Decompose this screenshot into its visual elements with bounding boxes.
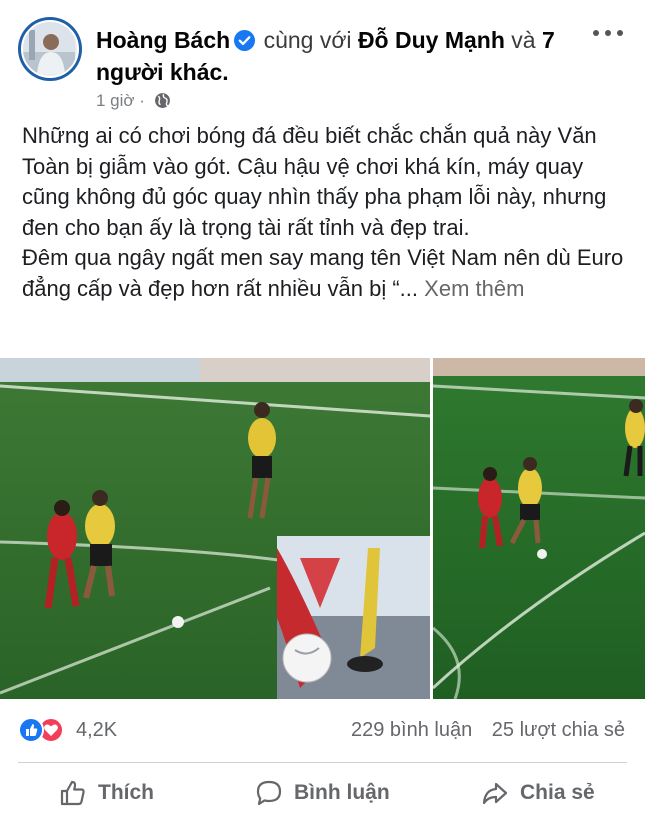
comment-button[interactable]: Bình luận [254,776,390,810]
share-label: Chia sẻ [520,781,595,804]
post-paragraph-1: Những ai có chơi bóng đá đều biết chắc c… [22,123,607,240]
avatar-photo [23,22,75,74]
like-label: Thích [98,781,154,804]
tagged-person[interactable]: Đỗ Duy Mạnh [358,27,505,53]
action-bar: Thích Bình luận Chia sẻ [0,770,645,816]
comment-count[interactable]: 229 bình luận [351,719,472,741]
post-header: Hoàng Bách cùng với Đỗ Duy Mạnh và 7 ngư… [0,0,645,118]
reaction-count: 4,2K [76,719,118,741]
share-button[interactable]: Chia sẻ [480,776,595,810]
divider [18,762,627,763]
football-collage [0,358,645,699]
author-name[interactable]: Hoàng Bách [96,27,230,53]
comment-label: Bình luận [294,781,390,804]
share-count[interactable]: 25 lượt chia sẻ [492,719,625,741]
engagement-counts: 229 bình luận 25 lượt chia sẻ [351,719,625,742]
verified-icon [234,30,256,51]
comment-icon [256,780,282,806]
see-more-link[interactable]: Xem thêm [424,276,524,301]
share-icon [482,782,508,805]
meta-separator: · [139,91,145,110]
post-time[interactable]: 1 giờ [96,91,135,110]
thumbs-up-icon [60,780,85,806]
more-icon[interactable] [593,26,623,40]
like-reaction-icon [18,717,44,743]
with-text: cùng với [263,27,352,53]
and-text: và [511,27,536,53]
post-image[interactable] [0,358,645,699]
post-title-line: Hoàng Bách cùng với Đỗ Duy Mạnh và 7 ngư… [96,24,586,88]
like-button[interactable]: Thích [58,776,154,810]
globe-icon [154,93,170,108]
author-avatar[interactable] [18,17,82,81]
post-body: Những ai có chơi bóng đá đều biết chắc c… [22,121,627,304]
post-meta: 1 giờ · [96,90,171,112]
post-paragraph-2: Đêm qua ngây ngất men say mang tên Việt … [22,245,624,301]
